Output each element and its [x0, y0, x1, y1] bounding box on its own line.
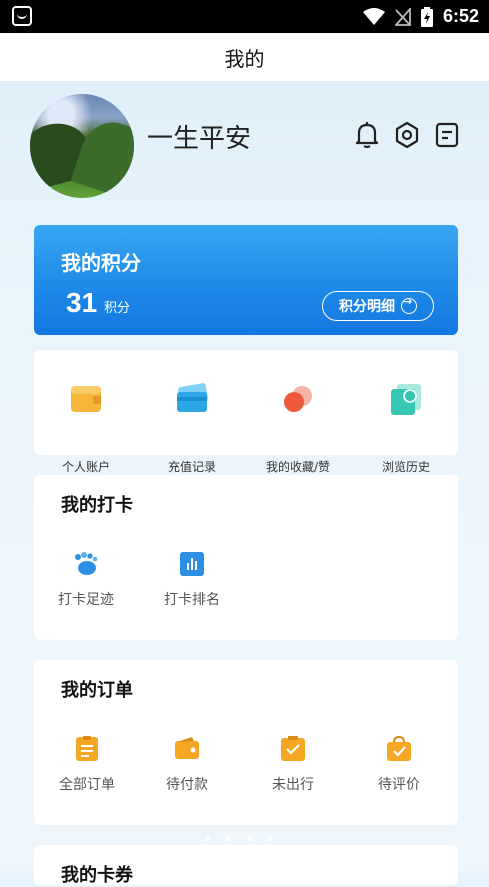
checkin-footprint-label: 打卡足迹 [58, 592, 114, 608]
order-to-review[interactable]: 待评价 [359, 735, 439, 793]
battery-charging-icon [420, 6, 433, 27]
username[interactable]: 一生平安 [147, 118, 251, 155]
quick-link-label: 个人账户 [61, 460, 110, 474]
arrow-right-circle-icon [401, 295, 417, 314]
checkin-ranking[interactable]: 打卡排名 [152, 551, 232, 608]
quick-link-recharge[interactable]: 充值记录 [142, 382, 242, 474]
favorite-icon [281, 382, 315, 416]
footprint-icon [73, 551, 99, 577]
checkin-card: 我的打卡 打卡足迹 打卡排名 [34, 475, 458, 640]
checkin-footprint[interactable]: 打卡足迹 [46, 551, 126, 608]
order-all-label: 全部订单 [59, 777, 115, 793]
section-title-checkin: 我的打卡 [61, 495, 133, 516]
quick-link-account[interactable]: 个人账户 [36, 382, 136, 474]
header-actions [354, 121, 460, 149]
bag-check-icon [386, 735, 412, 762]
coupons-card: 我的卡券 [34, 845, 458, 886]
orders-card: 我的订单 全部订单 待付款 未出行 待评价 [34, 660, 458, 825]
order-pending-payment-label: 待付款 [166, 777, 208, 793]
points-card[interactable]: 我的积分 31 积分 积分明细 [34, 225, 458, 335]
quick-link-history[interactable]: 浏览历史 [356, 382, 456, 474]
document-icon[interactable] [434, 121, 460, 149]
settings-icon[interactable] [394, 121, 420, 149]
bell-icon[interactable] [354, 121, 380, 149]
notification-app-icon [12, 6, 32, 26]
history-icon [389, 382, 423, 416]
page-title: 我的 [224, 46, 265, 71]
status-bar: 6:52 [0, 0, 489, 33]
quick-link-label: 充值记录 [167, 460, 216, 474]
section-title-coupons: 我的卡券 [61, 865, 133, 886]
avatar[interactable] [30, 94, 134, 198]
quick-link-favorites[interactable]: 我的收藏/赞 [248, 382, 348, 474]
status-time: 6:52 [442, 6, 479, 26]
points-title: 我的积分 [61, 251, 141, 275]
page-dot [247, 836, 252, 841]
page-dot [226, 836, 231, 841]
points-detail-button[interactable]: 积分明细 [322, 291, 434, 321]
order-not-departed[interactable]: 未出行 [253, 736, 333, 793]
order-not-departed-label: 未出行 [272, 777, 314, 793]
page-dot [268, 836, 273, 841]
order-to-review-label: 待评价 [378, 777, 420, 793]
card-icon [175, 382, 209, 416]
page-title-bar: 我的 [0, 33, 489, 81]
order-all[interactable]: 全部订单 [47, 736, 127, 793]
points-unit: 积分 [104, 301, 131, 316]
quick-link-label: 我的收藏/赞 [265, 460, 331, 474]
quick-links-card: 个人账户 充值记录 我的收藏/赞 浏览历史 [34, 350, 458, 474]
wallet-icon [174, 736, 200, 762]
page-dot [205, 836, 210, 841]
points-detail-label: 积分明细 [339, 299, 395, 315]
order-pending-payment[interactable]: 待付款 [147, 736, 227, 793]
page-indicator [205, 836, 273, 841]
no-signal-icon [394, 7, 411, 26]
wifi-icon [362, 7, 385, 25]
quick-link-label: 浏览历史 [381, 460, 430, 474]
clipboard-check-icon [280, 736, 306, 762]
section-title-orders: 我的订单 [61, 680, 133, 701]
points-value: 31 [66, 287, 98, 318]
ranking-icon [179, 551, 205, 577]
wallet-icon [69, 382, 103, 416]
checkin-ranking-label: 打卡排名 [164, 592, 220, 608]
order-list-icon [74, 736, 100, 762]
